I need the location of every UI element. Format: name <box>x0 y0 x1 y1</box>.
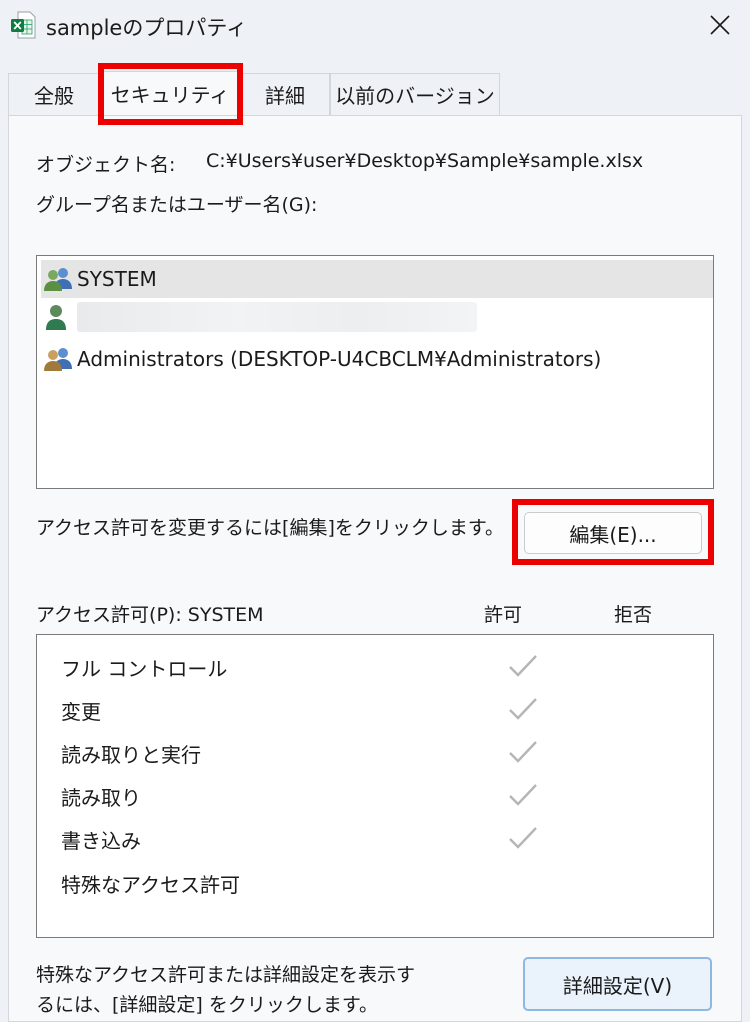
list-item-system[interactable]: SYSTEM <box>41 260 713 298</box>
tab-details[interactable]: 詳細 <box>240 73 330 115</box>
permissions-list: フル コントロール 変更 読み取りと実行 読み取り 書き込み 特殊なアクセス許可 <box>36 634 714 938</box>
principals-list[interactable]: SYSTEM Administrators (DESKTOP-U4CBCLM¥A… <box>36 255 714 489</box>
permission-name: フル コントロール <box>61 657 228 681</box>
permission-row: フル コントロール <box>61 647 701 687</box>
tab-previous-versions[interactable]: 以前のバージョン <box>330 73 500 115</box>
permission-row: 変更 <box>61 690 701 730</box>
deny-column-header: 拒否 <box>614 604 653 626</box>
advanced-settings-button[interactable]: 詳細設定(V) <box>523 957 712 1011</box>
object-name-label: オブジェクト名: <box>36 154 176 176</box>
permission-name: 特殊なアクセス許可 <box>61 873 240 897</box>
permissions-header: アクセス許可(P): SYSTEM <box>36 604 264 626</box>
close-button[interactable] <box>698 4 742 46</box>
check-icon <box>509 784 537 806</box>
check-icon <box>509 698 537 720</box>
check-icon <box>509 827 537 849</box>
edit-button[interactable]: 編集(E)... <box>524 512 702 554</box>
tab-security[interactable]: セキュリティ <box>100 71 240 115</box>
user-group-icon <box>43 265 75 293</box>
principal-name: SYSTEM <box>77 267 157 291</box>
permission-name: 読み取りと実行 <box>61 743 201 767</box>
object-name-value: C:¥Users¥user¥Desktop¥Sample¥sample.xlsx <box>206 150 644 172</box>
permission-row: 書き込み <box>61 819 701 859</box>
allow-column-header: 許可 <box>484 604 523 626</box>
permission-name: 書き込み <box>61 829 141 853</box>
user-group-icon <box>43 345 75 373</box>
permission-row: 読み取りと実行 <box>61 733 701 773</box>
title-bar: sampleのプロパティ <box>0 0 750 52</box>
window-title: sampleのプロパティ <box>46 16 248 40</box>
redacted-user-name <box>77 302 477 332</box>
tab-general[interactable]: 全般 <box>8 73 100 115</box>
permission-row: 特殊なアクセス許可 <box>61 863 701 903</box>
list-item-administrators[interactable]: Administrators (DESKTOP-U4CBCLM¥Administ… <box>41 340 713 378</box>
permission-row: 読み取り <box>61 776 701 816</box>
advanced-hint-line1: 特殊なアクセス許可または詳細設定を表示す <box>36 964 416 986</box>
excel-file-icon <box>10 11 36 39</box>
check-icon <box>509 741 537 763</box>
user-icon <box>43 303 75 331</box>
permission-name: 変更 <box>61 700 101 724</box>
tab-strip: 全般 セキュリティ 詳細 以前のバージョン <box>8 71 742 117</box>
permission-name: 読み取り <box>61 786 141 810</box>
group-user-label: グループ名またはユーザー名(G): <box>36 194 318 216</box>
check-icon <box>509 655 537 677</box>
advanced-hint-line2: るには、[詳細設定] をクリックします。 <box>36 994 378 1016</box>
close-icon <box>710 15 730 35</box>
list-item-user-redacted[interactable] <box>41 298 713 336</box>
edit-hint: アクセス許可を変更するには[編集]をクリックします。 <box>36 517 504 539</box>
principal-name: Administrators (DESKTOP-U4CBCLM¥Administ… <box>77 347 602 371</box>
